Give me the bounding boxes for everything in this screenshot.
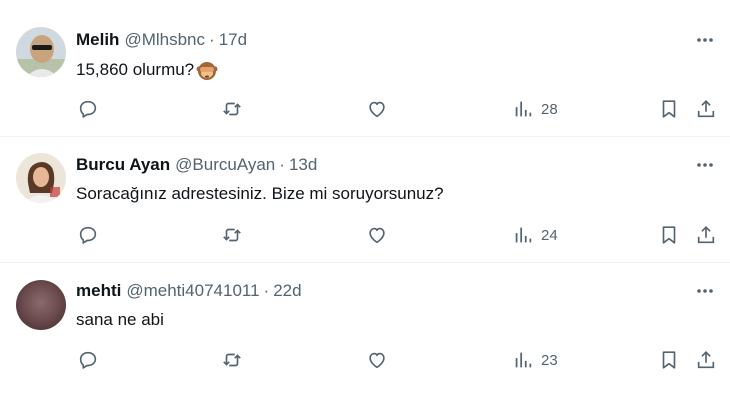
share-icon xyxy=(697,351,715,369)
share-icon xyxy=(697,226,715,244)
reply-button[interactable] xyxy=(77,348,99,372)
reply-button[interactable] xyxy=(77,223,99,247)
tweet-text-content: Soracağınız adrestesiniz. Bize mi soruyo… xyxy=(76,184,444,203)
tweet-text: 15,860 olurmu? xyxy=(76,58,219,82)
repost-button[interactable] xyxy=(221,97,243,121)
share-button[interactable] xyxy=(695,223,717,247)
avatar[interactable] xyxy=(16,153,66,203)
separator-dot: · xyxy=(279,155,285,174)
see-no-evil-monkey-icon xyxy=(195,58,219,82)
avatar[interactable] xyxy=(16,280,66,330)
tweet-text-content: sana ne abi xyxy=(76,310,164,329)
tweet-text-content: 15,860 olurmu? xyxy=(76,60,195,79)
like-button[interactable] xyxy=(366,348,388,372)
like-button[interactable] xyxy=(366,223,388,247)
views-button[interactable]: 23 xyxy=(512,348,558,372)
repost-button[interactable] xyxy=(221,348,243,372)
tweet-header: Burcu Ayan @BurcuAyan · 13d xyxy=(76,153,317,177)
reply-feed: Melih @Mlhsbnc · 17d 15,860 olurmu? 28 B… xyxy=(0,0,730,420)
tweet-actions: 24 xyxy=(0,223,730,247)
views-count: 23 xyxy=(541,351,558,369)
repost-icon xyxy=(223,228,241,242)
separator-dot: · xyxy=(263,281,270,300)
share-button[interactable] xyxy=(695,348,717,372)
reply-icon xyxy=(79,100,97,118)
tweet-actions: 28 xyxy=(0,97,730,121)
bookmark-button[interactable] xyxy=(658,223,680,247)
display-name[interactable]: Melih xyxy=(76,30,119,50)
like-button[interactable] xyxy=(366,97,388,121)
display-name[interactable]: mehti xyxy=(76,281,121,301)
repost-button[interactable] xyxy=(221,223,243,247)
bookmark-button[interactable] xyxy=(658,348,680,372)
bookmark-button[interactable] xyxy=(658,97,680,121)
views-icon xyxy=(515,352,532,368)
display-name[interactable]: Burcu Ayan xyxy=(76,155,170,175)
timestamp[interactable]: 22d xyxy=(273,281,301,301)
tweet-text: sana ne abi xyxy=(76,310,164,330)
more-icon[interactable] xyxy=(694,154,716,176)
tweet-actions: 23 xyxy=(0,348,730,372)
views-icon xyxy=(515,227,532,243)
like-icon xyxy=(369,227,385,244)
user-handle[interactable]: @Mlhsbnc xyxy=(124,30,205,50)
bookmark-icon xyxy=(662,100,676,118)
tweet-header: mehti @mehti40741011 · 22d xyxy=(76,279,302,303)
repost-icon xyxy=(223,102,241,116)
share-icon xyxy=(697,100,715,118)
views-button[interactable]: 24 xyxy=(512,223,558,247)
more-icon[interactable] xyxy=(694,280,716,302)
like-icon xyxy=(369,101,385,118)
user-handle[interactable]: @BurcuAyan xyxy=(175,155,275,175)
bookmark-icon xyxy=(662,351,676,369)
bookmark-icon xyxy=(662,226,676,244)
timestamp[interactable]: 17d xyxy=(219,30,247,50)
user-handle[interactable]: @mehti40741011 xyxy=(126,281,259,301)
reply-icon xyxy=(79,226,97,244)
separator-dot: · xyxy=(209,30,215,49)
tweet-header: Melih @Mlhsbnc · 17d xyxy=(76,28,247,52)
reply-button[interactable] xyxy=(77,97,99,121)
reply-icon xyxy=(79,351,97,369)
avatar[interactable] xyxy=(16,27,66,77)
share-button[interactable] xyxy=(695,97,717,121)
more-icon[interactable] xyxy=(694,29,716,51)
repost-icon xyxy=(223,353,241,367)
views-icon xyxy=(515,101,532,117)
views-count: 24 xyxy=(541,226,558,244)
views-button[interactable]: 28 xyxy=(512,97,558,121)
views-count: 28 xyxy=(541,100,558,118)
timestamp[interactable]: 13d xyxy=(289,155,317,175)
like-icon xyxy=(369,352,385,369)
tweet-text: Soracağınız adrestesiniz. Bize mi soruyo… xyxy=(76,184,444,204)
